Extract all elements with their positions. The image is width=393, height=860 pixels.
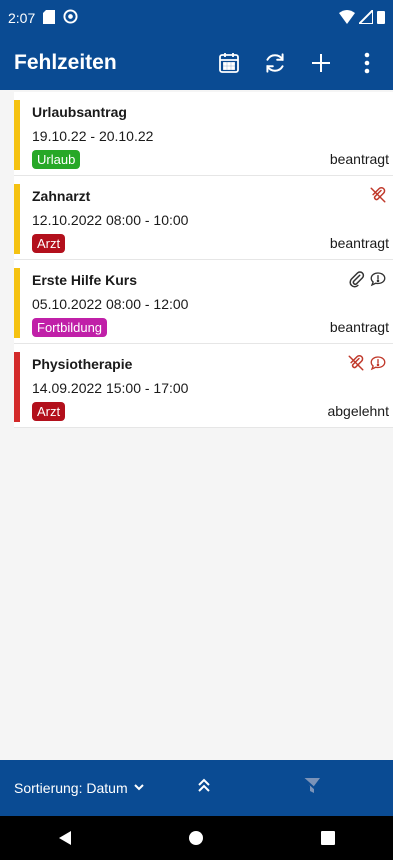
list-item[interactable]: Erste Hilfe Kurs 05.10.2022 08:00 - 12:0…	[14, 260, 393, 344]
refresh-icon	[266, 53, 284, 73]
double-chevron-up-icon	[198, 778, 210, 792]
calendar-button[interactable]	[215, 49, 243, 77]
status-bar: 2:07	[0, 0, 393, 36]
signal-icon	[356, 7, 374, 27]
sort-dropdown[interactable]: Sortierung: Datum	[14, 780, 144, 796]
comment-icon	[369, 270, 387, 293]
list-item[interactable]: Zahnarzt 12.10.2022 08:00 - 10:00 Arzt b…	[14, 176, 393, 260]
refresh-button[interactable]	[261, 49, 289, 77]
back-icon[interactable]	[58, 830, 72, 846]
filter-off-icon	[302, 777, 322, 795]
status-color-bar	[14, 268, 20, 338]
clear-filter-button[interactable]	[302, 777, 322, 800]
home-icon[interactable]	[188, 830, 204, 846]
comment-alert-icon	[369, 354, 387, 377]
category-badge: Arzt	[32, 234, 66, 253]
no-attachment-icon	[347, 354, 365, 377]
app-bar: Fehlzeiten	[0, 36, 393, 90]
recents-icon[interactable]	[320, 831, 335, 845]
item-status: beantragt	[329, 151, 389, 167]
item-title: Zahnarzt	[32, 188, 91, 204]
item-title: Physiotherapie	[32, 356, 133, 372]
page-title: Fehlzeiten	[14, 51, 117, 74]
more-vert-icon	[364, 52, 370, 74]
sim-card-icon	[43, 9, 56, 27]
item-dates: 19.10.22 - 20.10.22	[32, 128, 154, 144]
chevron-down-icon	[133, 784, 144, 791]
category-badge: Urlaub	[32, 150, 81, 169]
category-badge: Fortbildung	[32, 318, 108, 337]
plus-icon	[312, 54, 330, 72]
wifi-icon	[339, 9, 355, 27]
status-color-bar	[14, 100, 20, 170]
list-item[interactable]: Urlaubsantrag 19.10.22 - 20.10.22 Urlaub…	[14, 92, 393, 176]
status-color-bar	[14, 184, 20, 254]
item-title: Urlaubsantrag	[32, 104, 127, 120]
category-badge: Arzt	[32, 402, 66, 421]
battery-icon	[377, 10, 385, 27]
item-title: Erste Hilfe Kurs	[32, 272, 138, 288]
status-time: 2:07	[8, 10, 36, 26]
absence-list: Urlaubsantrag 19.10.22 - 20.10.22 Urlaub…	[0, 92, 393, 428]
item-dates: 05.10.2022 08:00 - 12:00	[32, 296, 189, 312]
attachment-icon	[347, 270, 365, 293]
item-dates: 14.09.2022 15:00 - 17:00	[32, 380, 189, 396]
system-nav-bar	[0, 816, 393, 860]
item-dates: 12.10.2022 08:00 - 10:00	[32, 212, 189, 228]
no-attachment-icon	[369, 186, 387, 209]
more-menu-button[interactable]	[353, 49, 381, 77]
bottom-bar: Sortierung: Datum	[0, 760, 393, 816]
list-item[interactable]: Physiotherapie 14.09.2022 15:00 - 17:00 …	[14, 344, 393, 428]
add-button[interactable]	[307, 49, 335, 77]
item-status: beantragt	[329, 319, 389, 335]
sort-label: Sortierung: Datum	[14, 780, 128, 796]
item-status: abgelehnt	[327, 403, 389, 419]
status-color-bar	[14, 352, 20, 422]
sync-notification-icon	[63, 9, 78, 27]
sort-direction-button[interactable]	[196, 776, 212, 799]
calendar-icon	[219, 53, 239, 73]
item-status: beantragt	[329, 235, 389, 251]
